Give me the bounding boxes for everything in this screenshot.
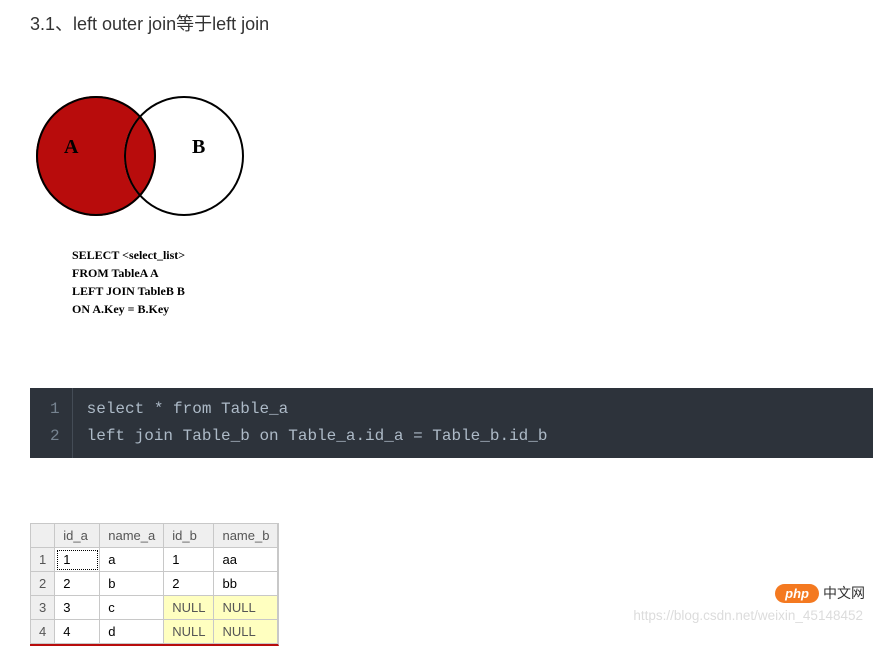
cell-id-a: 1 [55,548,100,572]
col-header: name_b [214,524,278,548]
line-number: 1 [50,396,60,423]
cell-name-a: d [100,620,164,644]
cell-name-a: b [100,572,164,596]
label-b: B [192,136,205,159]
cell-id-b: NULL [164,620,214,644]
col-header: id_b [164,524,214,548]
row-number: 1 [31,548,55,572]
logo-pill: php [775,584,819,603]
row-number: 3 [31,596,55,620]
site-logo: php 中文网 [775,583,865,603]
code-line: select * from Table_a [87,396,859,423]
cell-id-b: 2 [164,572,214,596]
code-line: left join Table_b on Table_a.id_a = Tabl… [87,423,859,450]
line-number: 2 [50,423,60,450]
cell-name-b: aa [214,548,278,572]
cell-id-a: 2 [55,572,100,596]
cell-name-a: c [100,596,164,620]
cell-name-a: a [100,548,164,572]
cell-id-a: 4 [55,620,100,644]
watermark: https://blog.csdn.net/weixin_45148452 [633,608,863,623]
table-corner [31,524,55,548]
table-row: 44dNULLNULL [31,620,278,644]
result-table: id_a name_a id_b name_b 11a1aa22b2bb33cN… [30,523,278,644]
code-gutter: 1 2 [30,388,73,458]
sql-line: ON A.Key = B.Key [72,300,252,318]
code-block: 1 2 select * from Table_a left join Tabl… [30,388,873,458]
cell-id-a: 3 [55,596,100,620]
cell-name-b: NULL [214,596,278,620]
table-row: 33cNULLNULL [31,596,278,620]
col-header: id_a [55,524,100,548]
circle-a [36,96,156,216]
sql-line: FROM TableA A [72,264,252,282]
row-number: 4 [31,620,55,644]
table-row: 22b2bb [31,572,278,596]
col-header: name_a [100,524,164,548]
row-number: 2 [31,572,55,596]
cell-id-b: 1 [164,548,214,572]
logo-text: 中文网 [823,583,865,603]
code-content: select * from Table_a left join Table_b … [73,388,873,458]
table-row: 11a1aa [31,548,278,572]
venn-sql-text: SELECT <select_list> FROM TableA A LEFT … [72,246,252,318]
cell-name-b: NULL [214,620,278,644]
cell-name-b: bb [214,572,278,596]
cell-id-b: NULL [164,596,214,620]
venn-diagram: A B SELECT <select_list> FROM TableA A L… [32,86,252,318]
section-heading: 3.1、left outer join等于left join [30,10,873,36]
sql-line: LEFT JOIN TableB B [72,282,252,300]
